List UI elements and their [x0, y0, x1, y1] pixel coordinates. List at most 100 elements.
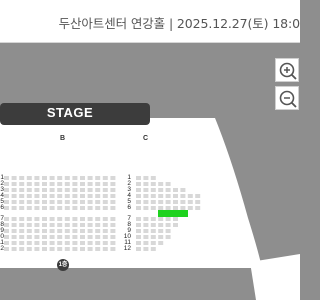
seat[interactable] [42, 206, 47, 210]
seat[interactable] [143, 200, 149, 204]
seat[interactable] [102, 206, 108, 210]
seat[interactable] [34, 235, 40, 239]
seat[interactable] [102, 217, 108, 221]
seat[interactable] [64, 188, 70, 192]
seat[interactable] [95, 235, 101, 239]
seat[interactable] [165, 223, 171, 227]
seat[interactable] [102, 200, 108, 204]
seat[interactable] [150, 229, 156, 233]
seat[interactable] [102, 229, 108, 233]
seat[interactable] [136, 229, 141, 233]
seat[interactable] [49, 194, 55, 198]
seat[interactable] [95, 200, 101, 204]
seat[interactable] [80, 223, 85, 227]
seat[interactable] [195, 200, 201, 204]
seat[interactable] [136, 176, 141, 180]
seat[interactable] [158, 235, 164, 239]
seat[interactable] [57, 229, 63, 233]
seat[interactable] [110, 241, 116, 245]
seat[interactable] [80, 182, 85, 186]
seat[interactable] [11, 176, 17, 180]
seat[interactable] [34, 247, 40, 251]
seat[interactable] [110, 194, 116, 198]
seat[interactable] [19, 223, 25, 227]
seat[interactable] [80, 229, 85, 233]
seat[interactable] [11, 223, 17, 227]
seat[interactable] [19, 200, 25, 204]
seat[interactable] [80, 200, 85, 204]
seat[interactable] [195, 206, 201, 210]
seat[interactable] [150, 247, 156, 251]
seat[interactable] [173, 188, 178, 192]
seat[interactable] [4, 241, 9, 245]
seat[interactable] [143, 182, 149, 186]
seat[interactable] [143, 176, 149, 180]
seat[interactable] [87, 206, 93, 210]
seat[interactable] [173, 206, 178, 210]
seat[interactable] [187, 194, 193, 198]
seat[interactable] [42, 223, 47, 227]
seat[interactable] [87, 223, 93, 227]
seat[interactable] [19, 241, 25, 245]
seat[interactable] [34, 223, 40, 227]
seat[interactable] [19, 176, 25, 180]
seat[interactable] [26, 229, 32, 233]
seat[interactable] [87, 194, 93, 198]
seat[interactable] [80, 217, 85, 221]
seat[interactable] [158, 206, 164, 210]
seat[interactable] [95, 217, 101, 221]
seat[interactable] [42, 200, 47, 204]
seat[interactable] [110, 200, 116, 204]
seat[interactable] [143, 194, 149, 198]
seat[interactable] [110, 247, 116, 251]
seat[interactable] [150, 223, 156, 227]
seat[interactable] [80, 206, 85, 210]
seat[interactable] [136, 247, 141, 251]
seat[interactable] [49, 176, 55, 180]
seat[interactable] [150, 188, 156, 192]
seat[interactable] [72, 200, 78, 204]
seat[interactable] [110, 229, 116, 233]
seat[interactable] [110, 223, 116, 227]
seat[interactable] [64, 182, 70, 186]
seat[interactable] [158, 223, 164, 227]
seat[interactable] [42, 188, 47, 192]
seat[interactable] [49, 188, 55, 192]
seat[interactable] [64, 235, 70, 239]
seat[interactable] [4, 235, 9, 239]
seat[interactable] [72, 217, 78, 221]
seat[interactable] [165, 188, 171, 192]
seat[interactable] [49, 206, 55, 210]
seat[interactable] [72, 182, 78, 186]
seat[interactable] [64, 200, 70, 204]
seat[interactable] [42, 229, 47, 233]
seat[interactable] [143, 229, 149, 233]
seat[interactable] [87, 229, 93, 233]
seat[interactable] [165, 200, 171, 204]
seat[interactable] [95, 206, 101, 210]
seat[interactable] [143, 206, 149, 210]
seat[interactable] [95, 229, 101, 233]
seat[interactable] [19, 206, 25, 210]
seat[interactable] [42, 235, 47, 239]
seat[interactable] [136, 206, 141, 210]
seat[interactable] [42, 241, 47, 245]
seat[interactable] [57, 194, 63, 198]
seat[interactable] [143, 188, 149, 192]
seat[interactable] [150, 241, 156, 245]
seat[interactable] [87, 241, 93, 245]
seat[interactable] [57, 247, 63, 251]
seat[interactable] [95, 241, 101, 245]
seat[interactable] [72, 206, 78, 210]
seat[interactable] [173, 223, 178, 227]
seat[interactable] [4, 194, 9, 198]
seat[interactable] [57, 241, 63, 245]
seat[interactable] [49, 241, 55, 245]
seat[interactable] [64, 217, 70, 221]
seat[interactable] [4, 229, 9, 233]
seat[interactable] [26, 194, 32, 198]
seat[interactable] [80, 188, 85, 192]
seat[interactable] [64, 247, 70, 251]
seat[interactable] [136, 182, 141, 186]
seat[interactable] [57, 182, 63, 186]
